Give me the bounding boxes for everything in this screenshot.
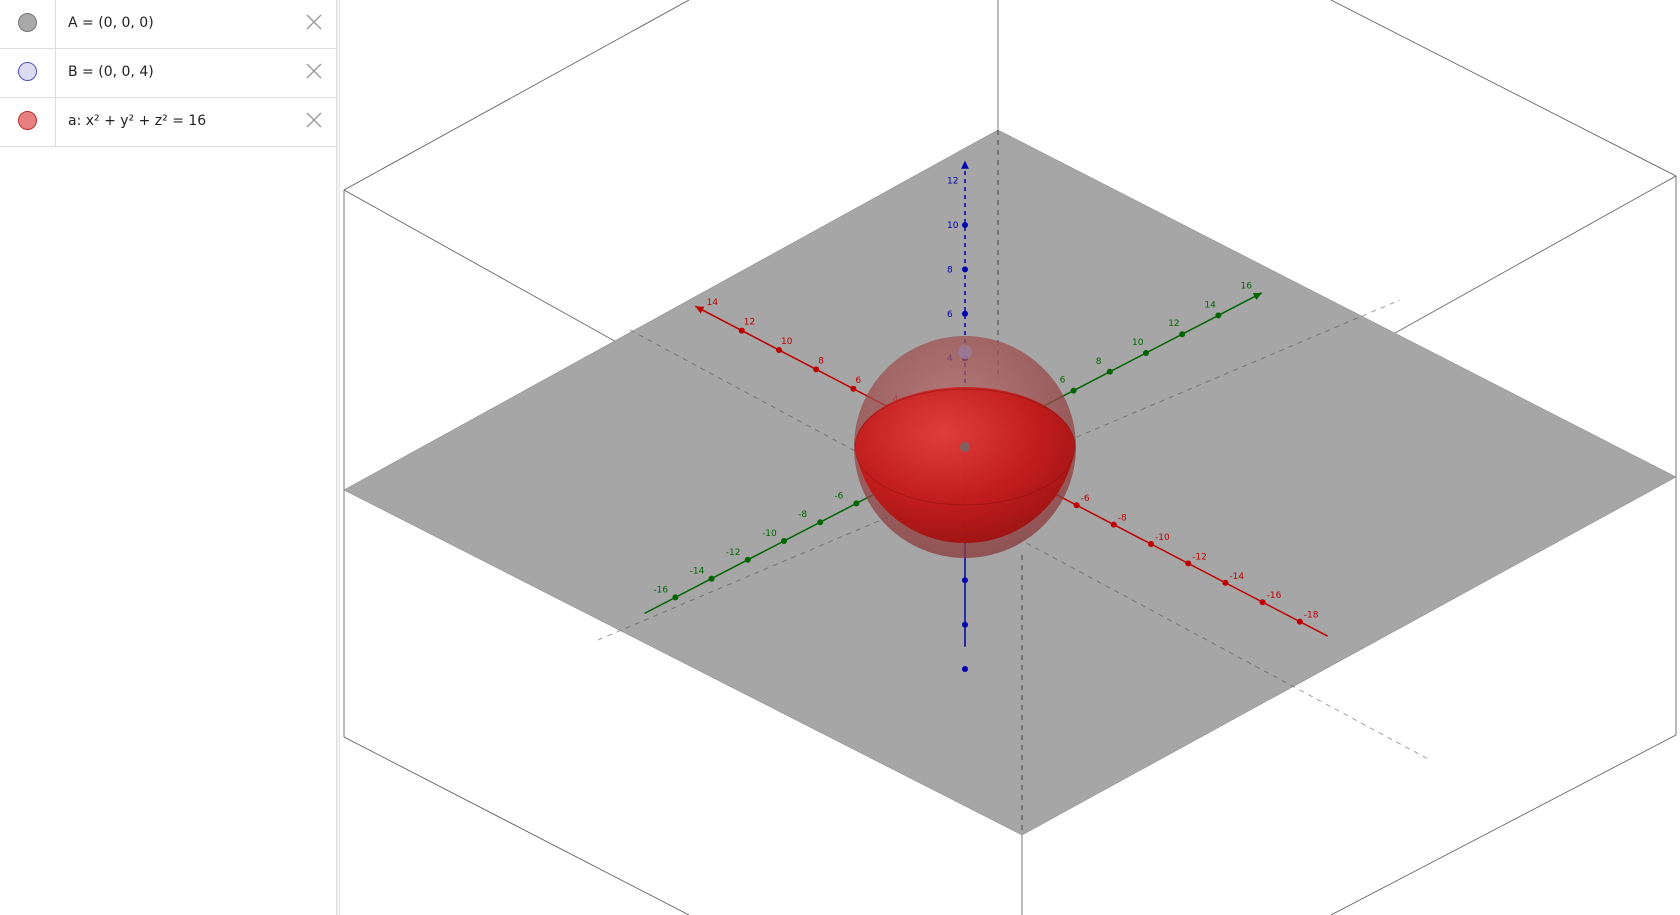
y-tick-label: -8 [798, 510, 807, 520]
x-tick [1259, 599, 1266, 606]
z-tick [962, 666, 968, 672]
y-tick [1143, 350, 1149, 356]
z-tick [962, 621, 968, 628]
x-tick [813, 366, 820, 373]
algebra-row-point-b[interactable]: B = (0, 0, 4) [0, 49, 336, 98]
algebra-view: A = (0, 0, 0) B = (0, 0, 4) a: x² + y² +… [0, 0, 336, 915]
y-tick-label: 6 [1060, 376, 1066, 386]
z-tick [962, 266, 968, 273]
z-tick-label: 6 [947, 310, 953, 320]
marble-cell [0, 0, 56, 48]
x-tick [1185, 560, 1192, 567]
x-tick-label: -8 [1118, 514, 1127, 524]
x-tick [1148, 541, 1154, 547]
x-tick-label: -6 [1081, 494, 1090, 504]
x-tick-label: 10 [781, 337, 793, 347]
y-tick-label: 10 [1132, 338, 1144, 348]
x-tick-label: -10 [1155, 533, 1170, 543]
y-tick [1106, 368, 1113, 375]
point-b[interactable] [958, 345, 972, 359]
x-tick-label: 12 [744, 318, 755, 328]
x-tick [1073, 502, 1080, 509]
x-tick [776, 347, 782, 353]
y-tick [1179, 331, 1186, 338]
y-tick-label: -12 [726, 548, 741, 558]
y-tick-label: -16 [653, 585, 668, 595]
algebra-row-sphere-a[interactable]: a: x² + y² + z² = 16 [0, 98, 336, 147]
x-tick [850, 385, 857, 392]
algebra-item-label[interactable]: a: x² + y² + z² = 16 [68, 113, 206, 129]
y-tick [1215, 312, 1222, 319]
x-tick-label: -12 [1192, 552, 1207, 562]
close-icon[interactable] [304, 61, 324, 81]
y-tick [853, 500, 860, 507]
y-tick-label: 8 [1096, 357, 1102, 367]
x-tick-label: -18 [1304, 611, 1319, 621]
z-tick [962, 222, 968, 228]
visibility-toggle-sphere[interactable] [18, 111, 37, 130]
y-tick [817, 519, 824, 526]
x-tick [1296, 618, 1303, 625]
x-tick-label: 6 [855, 376, 861, 386]
x-tick [1110, 521, 1117, 528]
x-tick-label: 14 [707, 298, 719, 308]
marble-cell [0, 49, 56, 97]
point-a[interactable] [960, 442, 970, 452]
geogebra-app: A = (0, 0, 0) B = (0, 0, 4) a: x² + y² +… [0, 0, 1680, 915]
visibility-toggle-a[interactable] [18, 13, 37, 32]
algebra-item-label[interactable]: B = (0, 0, 4) [68, 64, 154, 80]
x-tick-label: -16 [1267, 591, 1282, 601]
y-tick-label: 12 [1168, 319, 1179, 329]
y-tick-label: -10 [762, 529, 777, 539]
z-tick-label: 8 [947, 265, 953, 275]
z-tick [962, 577, 968, 584]
algebra-item-label[interactable]: A = (0, 0, 0) [68, 15, 154, 31]
visibility-toggle-b[interactable] [18, 62, 37, 81]
y-tick [781, 538, 787, 544]
y-tick [744, 556, 751, 563]
y-tick-label: -14 [690, 567, 705, 577]
y-tick-label: 14 [1204, 300, 1216, 310]
x-tick [1222, 579, 1229, 586]
y-tick-label: 16 [1241, 282, 1253, 292]
marble-cell [0, 98, 56, 146]
algebra-row-point-a[interactable]: A = (0, 0, 0) [0, 0, 336, 49]
z-tick-label: 12 [947, 177, 958, 187]
y-tick [672, 594, 679, 601]
y-tick [1070, 387, 1077, 394]
graphics-3d-view[interactable]: 141210864-6-8-10-12-14-16-186810121416-6… [340, 0, 1680, 915]
x-tick [738, 327, 745, 334]
z-tick-label: 10 [947, 221, 959, 231]
close-icon[interactable] [304, 12, 324, 32]
y-tick [708, 575, 715, 582]
x-tick-label: -14 [1229, 572, 1244, 582]
z-tick [962, 310, 968, 317]
3d-canvas[interactable]: 141210864-6-8-10-12-14-16-186810121416-6… [340, 0, 1680, 915]
y-tick-label: -6 [834, 491, 843, 501]
close-icon[interactable] [304, 110, 324, 130]
x-tick-label: 8 [818, 356, 824, 366]
